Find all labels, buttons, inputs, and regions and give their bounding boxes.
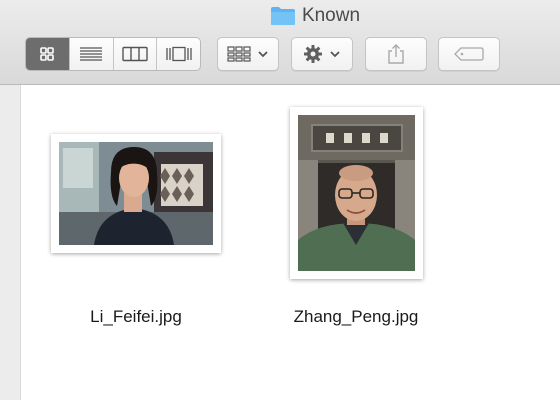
arrange-button[interactable]: [217, 37, 279, 71]
arrange-grid-icon: [227, 46, 251, 62]
window-title: Known: [301, 5, 361, 26]
icon-view-button[interactable]: [26, 38, 70, 70]
share-icon: [388, 44, 404, 64]
photo-zhang-peng: [298, 115, 415, 271]
file-thumbnail[interactable]: [290, 107, 423, 279]
chevron-down-icon: [258, 51, 268, 58]
view-mode-segmented-control[interactable]: [25, 37, 201, 71]
tag-icon: [454, 47, 484, 61]
folder-icon: [270, 7, 295, 25]
chevron-down-icon: [330, 51, 340, 58]
list-view-button[interactable]: [70, 38, 114, 70]
tag-button[interactable]: [438, 37, 500, 71]
list-icon: [80, 47, 103, 61]
window-toolbar: Known: [0, 0, 560, 85]
file-thumbnail[interactable]: [51, 134, 221, 253]
gear-icon: [304, 45, 322, 63]
file-name[interactable]: Zhang_Peng.jpg: [261, 307, 451, 327]
file-area: Li_Feifei.jpg Zhang_Peng.jpg: [21, 85, 560, 400]
column-view-button[interactable]: [114, 38, 158, 70]
grid-icon: [40, 47, 55, 61]
sidebar-edge: [0, 85, 21, 400]
columns-icon: [122, 46, 148, 62]
action-menu-button[interactable]: [291, 37, 353, 71]
photo-li-feifei: [59, 142, 213, 245]
coverflow-icon: [165, 46, 192, 62]
share-button[interactable]: [365, 37, 427, 71]
file-name[interactable]: Li_Feifei.jpg: [51, 307, 221, 327]
window-title-bar: Known: [0, 4, 560, 28]
gallery-view-button[interactable]: [157, 38, 200, 70]
